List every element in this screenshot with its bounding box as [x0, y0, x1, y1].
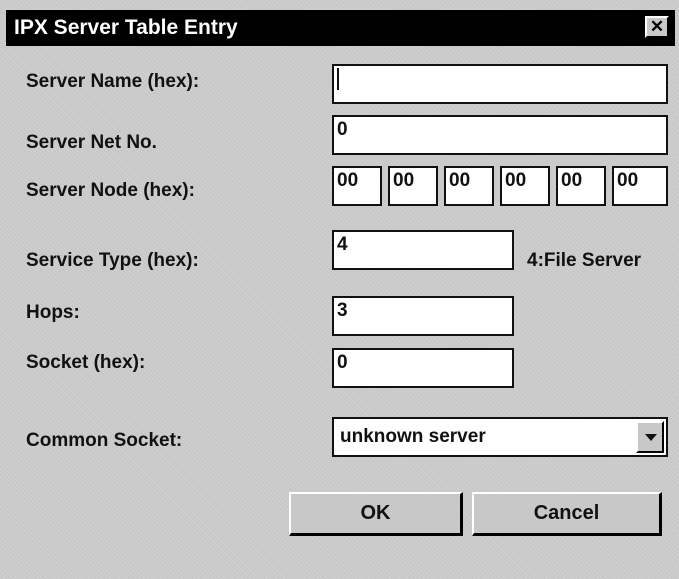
- socket-value: 0: [337, 352, 348, 373]
- common-socket-selected: unknown server: [340, 426, 486, 447]
- service-type-value: 4: [337, 234, 348, 255]
- hops-value: 3: [337, 300, 348, 321]
- socket-label: Socket (hex):: [26, 352, 146, 373]
- socket-input[interactable]: 0: [332, 348, 514, 388]
- hops-input[interactable]: 3: [332, 296, 514, 336]
- server-name-input[interactable]: [332, 64, 668, 104]
- ok-button[interactable]: OK: [289, 492, 463, 536]
- close-button[interactable]: ✕: [645, 16, 669, 38]
- server-node-byte-1-value: 00: [337, 170, 359, 191]
- server-node-byte-6-value: 00: [617, 170, 639, 191]
- text-caret: [337, 68, 339, 90]
- server-net-no-input[interactable]: 0: [332, 115, 668, 155]
- window-title: IPX Server Table Entry: [14, 16, 238, 39]
- server-node-byte-3-value: 00: [449, 170, 471, 191]
- chevron-down-icon: [645, 434, 657, 441]
- server-node-byte-3[interactable]: 00: [444, 166, 494, 206]
- server-node-byte-2-value: 00: [393, 170, 415, 191]
- server-node-byte-5[interactable]: 00: [556, 166, 606, 206]
- service-type-input[interactable]: 4: [332, 230, 514, 270]
- server-node-byte-2[interactable]: 00: [388, 166, 438, 206]
- server-node-label: Server Node (hex):: [26, 180, 195, 201]
- common-socket-select[interactable]: unknown server: [332, 417, 668, 457]
- server-node-byte-4-value: 00: [505, 170, 527, 191]
- dropdown-button[interactable]: [636, 421, 664, 453]
- ipx-server-dialog: IPX Server Table Entry ✕ Server Name (he…: [0, 0, 679, 579]
- server-net-no-label: Server Net No.: [26, 132, 157, 153]
- service-type-description: 4:File Server: [527, 250, 642, 271]
- cancel-button[interactable]: Cancel: [472, 492, 662, 536]
- close-icon: ✕: [649, 17, 665, 36]
- common-socket-label: Common Socket:: [26, 430, 183, 451]
- server-node-byte-6[interactable]: 00: [612, 166, 668, 206]
- server-node-byte-1[interactable]: 00: [332, 166, 382, 206]
- server-node-byte-4[interactable]: 00: [500, 166, 550, 206]
- service-type-label: Service Type (hex):: [26, 250, 199, 271]
- server-name-label: Server Name (hex):: [26, 71, 200, 92]
- server-net-no-value: 0: [337, 119, 348, 140]
- hops-label: Hops:: [26, 302, 80, 323]
- title-bar[interactable]: IPX Server Table Entry ✕: [6, 10, 675, 46]
- server-node-byte-5-value: 00: [561, 170, 583, 191]
